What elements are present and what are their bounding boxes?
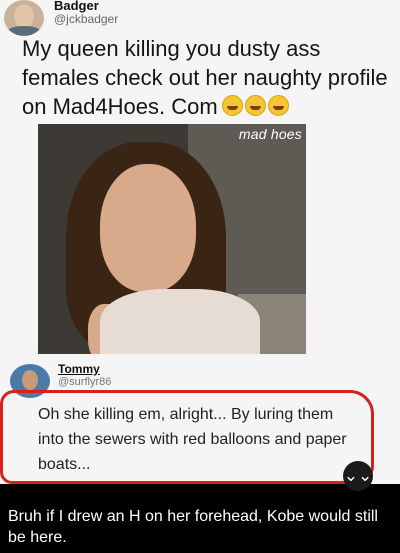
- rofl-emoji-icon: [244, 95, 266, 116]
- reply-tweet: Tommy @surflyr86 Oh she killing em, alri…: [0, 354, 400, 484]
- rofl-emoji-icon: [268, 95, 290, 116]
- reply-text: Oh she killing em, alright... By luring …: [38, 406, 347, 473]
- photo-watermark: mad hoes: [238, 126, 302, 142]
- author-handle[interactable]: @jckbadger: [54, 12, 118, 26]
- double-chevron-down-icon: ⌄⌄: [343, 466, 373, 485]
- caption-bar: Bruh if I drew an H on her forehead, Kob…: [0, 484, 400, 553]
- scroll-down-button[interactable]: ⌄⌄: [343, 461, 373, 491]
- photo-face: [100, 164, 196, 292]
- reply-author-handle[interactable]: @surflyr86: [58, 376, 111, 388]
- tweet-text-content: My queen killing you dusty ass females c…: [22, 36, 388, 119]
- emoji-group: [221, 92, 290, 121]
- badger-avatar[interactable]: [4, 0, 44, 36]
- caption-text: Bruh if I drew an H on her forehead, Kob…: [8, 508, 378, 546]
- avatar-face: [22, 370, 38, 390]
- photo-top: [100, 289, 260, 354]
- tweet-text: My queen killing you dusty ass females c…: [22, 34, 392, 121]
- rofl-emoji-icon: [221, 95, 243, 116]
- avatar-face: [14, 4, 34, 28]
- reply-author-name[interactable]: Tommy: [58, 362, 100, 376]
- original-tweet: Badger @jckbadger My queen killing you d…: [0, 0, 400, 354]
- tweet-photo[interactable]: mad hoes: [38, 124, 306, 354]
